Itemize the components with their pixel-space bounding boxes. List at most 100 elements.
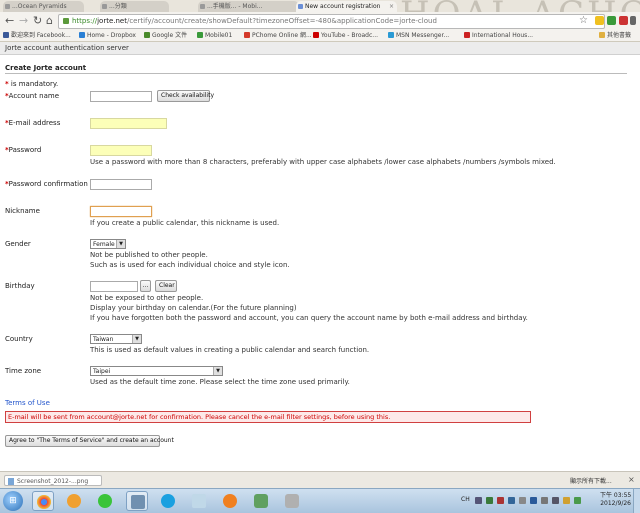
tray-icon[interactable] [574,497,581,504]
forward-arrow-icon[interactable]: → [19,15,28,26]
tool-icon [285,494,299,508]
tray-icon[interactable] [486,497,493,504]
gender-label: Gender [5,240,31,248]
pchome-icon [244,32,250,38]
password-hint: Use a password with more than 8 characte… [90,158,556,166]
wrench-menu-icon[interactable] [630,16,636,25]
youtube-icon [313,32,319,38]
close-icon[interactable]: × [628,475,635,484]
mobile01-icon [197,32,203,38]
download-shelf: Screenshot_2012-...png 顯示所有下載... × [0,471,640,489]
nickname-hint: If you create a public calendar, this ni… [90,219,280,227]
back-arrow-icon[interactable]: ← [5,15,14,26]
download-item[interactable]: Screenshot_2012-...png [4,475,102,486]
taskbar-app-9[interactable] [281,491,303,511]
start-button[interactable]: ⊞ [3,491,23,511]
line-icon [98,494,112,508]
input-language-indicator[interactable]: CH [461,496,470,503]
power-icon[interactable] [563,497,570,504]
check-availability-button[interactable]: Check availability [157,90,214,102]
tab-category[interactable]: ...分類 [100,1,169,12]
bookmark-facebook[interactable]: 歡迎來到 Facebook... [3,31,71,40]
bookmark-msn[interactable]: MSN Messenger... [388,31,449,40]
nickname-input[interactable] [90,206,152,217]
clock[interactable]: 下午 03:55 2012/9/26 [600,492,631,508]
timezone-label: Time zone [5,367,42,375]
birthday-hint-2: Display your birthday on calendar.(For t… [90,304,297,312]
birthday-picker-button[interactable]: ... [140,280,151,292]
close-tab-icon[interactable]: × [389,1,394,12]
tab-favicon-icon [5,4,10,9]
taskbar-app-2[interactable] [63,491,85,511]
account-name-input[interactable] [90,91,152,102]
chrome-icon [37,495,51,509]
reload-icon[interactable]: ↻ [33,15,42,26]
bookmark-international-house[interactable]: International Hous... [464,31,533,40]
account-name-label: *Account name [5,92,60,100]
show-desktop-button[interactable] [633,489,640,513]
tab-ocean-pyramids[interactable]: ...Ocean Pyramids [3,1,84,12]
international-house-icon [464,32,470,38]
birthday-clear-button[interactable]: Clear [155,280,177,292]
tab-mobile[interactable]: ...手機版... - Mobi... [198,1,299,12]
bookmark-google-docs[interactable]: Google 文件 [144,31,187,40]
msn-icon [388,32,394,38]
birthday-hint-3: If you have forgotten both the password … [90,314,528,322]
volume-icon[interactable] [552,497,559,504]
taskbar-app-4[interactable] [126,491,148,511]
bookmark-youtube[interactable]: YouTube - Broadc... [313,31,378,40]
taskbar-app-8[interactable] [250,491,272,511]
tray-icon[interactable] [508,497,515,504]
extension-icon[interactable] [607,16,616,25]
show-all-downloads-link[interactable]: 顯示所有下載... [570,476,612,485]
bookmark-star-icon[interactable]: ☆ [579,15,588,26]
mandatory-legend: * is mandatory. [5,80,59,88]
birthday-hint-1: Not be exposed to other people. [90,294,204,302]
taskbar-line[interactable] [94,491,116,511]
bookmark-mobile01[interactable]: Mobile01 [197,31,232,40]
password-label: *Password [5,146,42,154]
tray-icon[interactable] [475,497,482,504]
k-app-icon [131,495,145,509]
tray-icon[interactable] [497,497,504,504]
birthday-input[interactable] [90,281,138,292]
extension-icon[interactable] [595,16,604,25]
site-header: Jorte account authentication server [0,42,640,55]
taskbar-skype[interactable] [157,491,179,511]
bookmark-pchome[interactable]: PChome Online 網... [244,31,312,40]
gender-hint-1: Not be published to other people. [90,251,208,259]
taskbar-app-7[interactable] [219,491,241,511]
tray-icon[interactable] [530,497,537,504]
bookmark-dropbox[interactable]: Home - Dropbox [79,31,136,40]
password-confirmation-input[interactable] [90,179,152,190]
tab-favicon-icon [102,4,107,9]
email-input[interactable] [90,118,167,129]
extension-icon[interactable] [619,16,628,25]
taskbar-chrome[interactable] [32,491,54,511]
agree-create-account-button[interactable]: Agree to "The Terms of Service" and crea… [5,435,174,447]
timezone-hint: Used as the default time zone. Please se… [90,378,350,386]
dropdown-arrow-icon: ▼ [116,240,125,248]
tab-favicon-icon [200,4,205,9]
timezone-select[interactable]: Taipei ▼ [90,366,223,376]
banner-decoration: HOAL ACHO [400,0,640,12]
tray-icon[interactable] [519,497,526,504]
country-select[interactable]: Taiwan ▼ [90,334,142,344]
country-label: Country [5,335,33,343]
password-confirmation-label: *Password confirmation [5,180,88,188]
divider [5,73,627,74]
other-bookmarks[interactable]: 其他書籤 [599,31,631,40]
skype-icon [161,494,175,508]
facebook-icon [3,32,9,38]
image-file-icon [8,478,14,485]
password-input[interactable] [90,145,152,156]
gender-select[interactable]: Female ▼ [90,239,126,249]
tab-new-account-registration[interactable]: New account registration × [296,1,397,12]
headset-icon [67,494,81,508]
home-icon[interactable]: ⌂ [46,15,53,26]
terms-of-use-link[interactable]: Terms of Use [5,399,50,407]
taskbar-app-6[interactable] [188,491,210,511]
address-bar[interactable]: https://jorte.net/certify/account/create… [58,14,605,29]
network-icon[interactable] [541,497,548,504]
dropdown-arrow-icon: ▼ [132,335,141,343]
